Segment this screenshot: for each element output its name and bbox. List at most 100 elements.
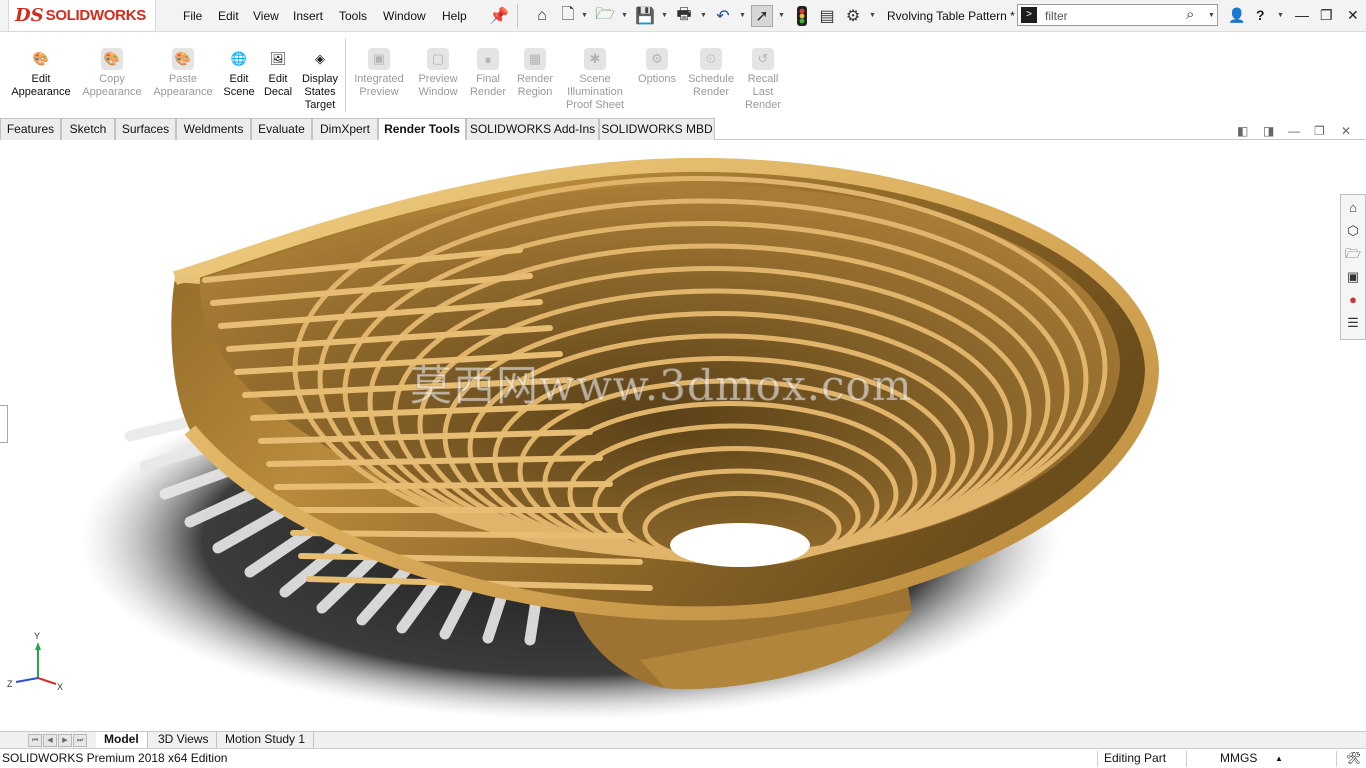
cmd-button-label: Preview Window <box>418 73 458 98</box>
select-icon[interactable]: ➚ <box>751 5 773 27</box>
cmd-button-edit-appearance[interactable]: 🎨 Edit Appearance <box>7 48 75 99</box>
solidworks-logo[interactable]: DS SOLIDWORKS <box>8 0 156 32</box>
document-title: Rvolving Table Pattern * <box>887 9 1015 23</box>
rebuild-icon[interactable] <box>791 5 813 27</box>
help-icon[interactable]: ? <box>1256 7 1265 23</box>
tab-render-tools[interactable]: Render Tools <box>378 118 466 140</box>
menu-edit[interactable]: Edit <box>218 9 239 23</box>
units-system[interactable]: MMGS <box>1220 751 1257 765</box>
restore-icon[interactable]: ❐ <box>1320 7 1333 24</box>
watermark-text: 莫西网www.3dmox.com <box>410 361 913 411</box>
tab-weldments[interactable]: Weldments <box>176 118 251 140</box>
menu-insert[interactable]: Insert <box>293 9 323 23</box>
feature-manager-handle[interactable] <box>0 405 8 443</box>
cmd-button-label: Display States Target <box>301 73 339 111</box>
prev-tab-arrow[interactable]: ◀ <box>43 734 57 747</box>
chevron-down-icon[interactable]: ▼ <box>869 12 876 19</box>
save-icon[interactable]: 💾 <box>634 5 656 27</box>
parts-library-icon[interactable]: ⬡ <box>1342 221 1364 241</box>
rebuild-status-icon[interactable]: 🛠 <box>1346 751 1361 765</box>
menu-tools[interactable]: Tools <box>339 9 367 23</box>
split-right-icon[interactable]: ◨ <box>1263 124 1274 138</box>
cmd-button-label: Scene Illumination Proof Sheet <box>565 73 625 111</box>
tab-model[interactable]: Model <box>96 732 148 748</box>
command-search-icon[interactable]: > <box>1021 7 1037 23</box>
command-separator <box>345 38 346 112</box>
chevron-up-icon[interactable]: ▲ <box>1275 754 1283 763</box>
viewport-minimize-icon[interactable]: — <box>1288 124 1300 138</box>
custom-properties-icon[interactable]: ☰ <box>1342 313 1364 333</box>
tab-sketch[interactable]: Sketch <box>61 118 115 140</box>
tab-features[interactable]: Features <box>0 118 61 140</box>
home-icon[interactable]: ⌂ <box>1342 198 1364 218</box>
cmd-button-label: Options <box>638 73 676 85</box>
cmd-button-paste-appearance[interactable]: 🎨 Paste Appearance <box>149 48 217 99</box>
tab-dimxpert[interactable]: DimXpert <box>312 118 378 140</box>
graphics-area[interactable]: Y X Z 莫西网www.3dmox.com <box>0 140 1366 732</box>
viewport-restore-icon[interactable]: ❐ <box>1314 124 1325 138</box>
tab-solidworks-add-ins[interactable]: SOLIDWORKS Add-Ins <box>466 118 599 140</box>
cmd-button-edit-decal[interactable]: 🖼 Edit Decal <box>260 48 296 99</box>
tab-evaluate[interactable]: Evaluate <box>251 118 312 140</box>
cmd-button-integrated-preview[interactable]: ▣ Integrated Preview <box>347 48 411 99</box>
tab-solidworks-mbd[interactable]: SOLIDWORKS MBD <box>599 118 715 140</box>
pin-icon[interactable]: 📌 <box>488 5 510 27</box>
file-properties-icon[interactable]: ▤ <box>816 5 838 27</box>
chevron-down-icon[interactable]: ▼ <box>700 12 707 19</box>
search-input[interactable]: > filter ⌕ ▼ <box>1017 4 1218 26</box>
cmd-button-render-region[interactable]: ▦ Render Region <box>511 48 559 99</box>
cmd-button-preview-window[interactable]: ▢ Preview Window <box>408 48 468 99</box>
cmd-button-illumination[interactable]: ✱ Scene Illumination Proof Sheet <box>558 48 632 112</box>
brand-name: SOLIDWORKS <box>45 7 147 24</box>
new-document-icon[interactable]: 🗋 <box>557 5 579 27</box>
file-explorer-icon[interactable]: 🗁 <box>1342 244 1364 264</box>
menu-window[interactable]: Window <box>383 9 426 23</box>
appearances-icon[interactable]: ● <box>1342 290 1364 310</box>
chevron-down-icon[interactable]: ▼ <box>621 12 628 19</box>
viewport-close-icon[interactable]: ✕ <box>1341 124 1351 138</box>
split-left-icon[interactable]: ◧ <box>1237 124 1248 138</box>
cmd-button-recall-render[interactable]: ↺ Recall Last Render <box>741 48 785 112</box>
minimize-icon[interactable]: — <box>1295 7 1309 23</box>
rim-edge <box>174 274 201 284</box>
home-icon[interactable]: ⌂ <box>531 5 553 27</box>
chevron-down-icon[interactable]: ▼ <box>661 12 668 19</box>
undo-icon[interactable]: ↶ <box>712 5 734 27</box>
render-region-icon: ▦ <box>524 48 546 70</box>
cmd-button-render-options[interactable]: ⚙ Options <box>633 48 681 86</box>
chevron-down-icon[interactable]: ▼ <box>739 12 746 19</box>
menu-view[interactable]: View <box>253 9 279 23</box>
options-icon[interactable]: ⚙ <box>842 5 864 27</box>
cmd-button-label: Paste Appearance <box>153 73 213 98</box>
chevron-down-icon[interactable]: ▼ <box>1277 12 1284 19</box>
chevron-down-icon[interactable]: ▼ <box>1208 12 1215 19</box>
search-icon[interactable]: ⌕ <box>1186 6 1194 23</box>
cmd-button-edit-scene[interactable]: 🌐 Edit Scene <box>219 48 259 99</box>
cmd-button-display-states[interactable]: ◈ Display States Target <box>298 48 342 112</box>
schedule-render-icon: ⏲ <box>700 48 722 70</box>
cmd-button-label: Edit Decal <box>263 73 293 98</box>
render-options-icon: ⚙ <box>646 48 668 70</box>
edit-decal-icon: 🖼 <box>269 51 287 66</box>
user-icon[interactable]: 👤 <box>1228 7 1245 24</box>
tab-3d-views[interactable]: 3D Views <box>150 732 218 748</box>
view-palette-icon[interactable]: ▣ <box>1342 267 1364 287</box>
first-tab-arrow[interactable]: ⏮ <box>28 734 42 747</box>
tab-surfaces[interactable]: Surfaces <box>115 118 176 140</box>
last-tab-arrow[interactable]: ⏭ <box>73 734 87 747</box>
close-icon[interactable]: ✕ <box>1347 7 1359 24</box>
chevron-down-icon[interactable]: ▼ <box>778 12 785 19</box>
next-tab-arrow[interactable]: ▶ <box>58 734 72 747</box>
cmd-button-schedule-render[interactable]: ⏲ Schedule Render <box>681 48 741 99</box>
print-icon[interactable]: 🖶 <box>673 5 695 27</box>
cmd-button-label: Final Render <box>469 73 507 98</box>
cmd-button-copy-appearance[interactable]: 🎨 Copy Appearance <box>78 48 146 99</box>
cmd-button-final-render[interactable]: ● Final Render <box>466 48 510 99</box>
menu-file[interactable]: File <box>183 9 202 23</box>
menu-help[interactable]: Help <box>442 9 467 23</box>
edit-scene-icon: 🌐 <box>230 51 248 66</box>
chevron-down-icon[interactable]: ▼ <box>581 12 588 19</box>
tab-motion-study[interactable]: Motion Study 1 <box>217 732 315 748</box>
open-icon[interactable]: 🗁 <box>594 5 616 27</box>
bowl-model-render[interactable]: Y X Z <box>0 140 1366 732</box>
